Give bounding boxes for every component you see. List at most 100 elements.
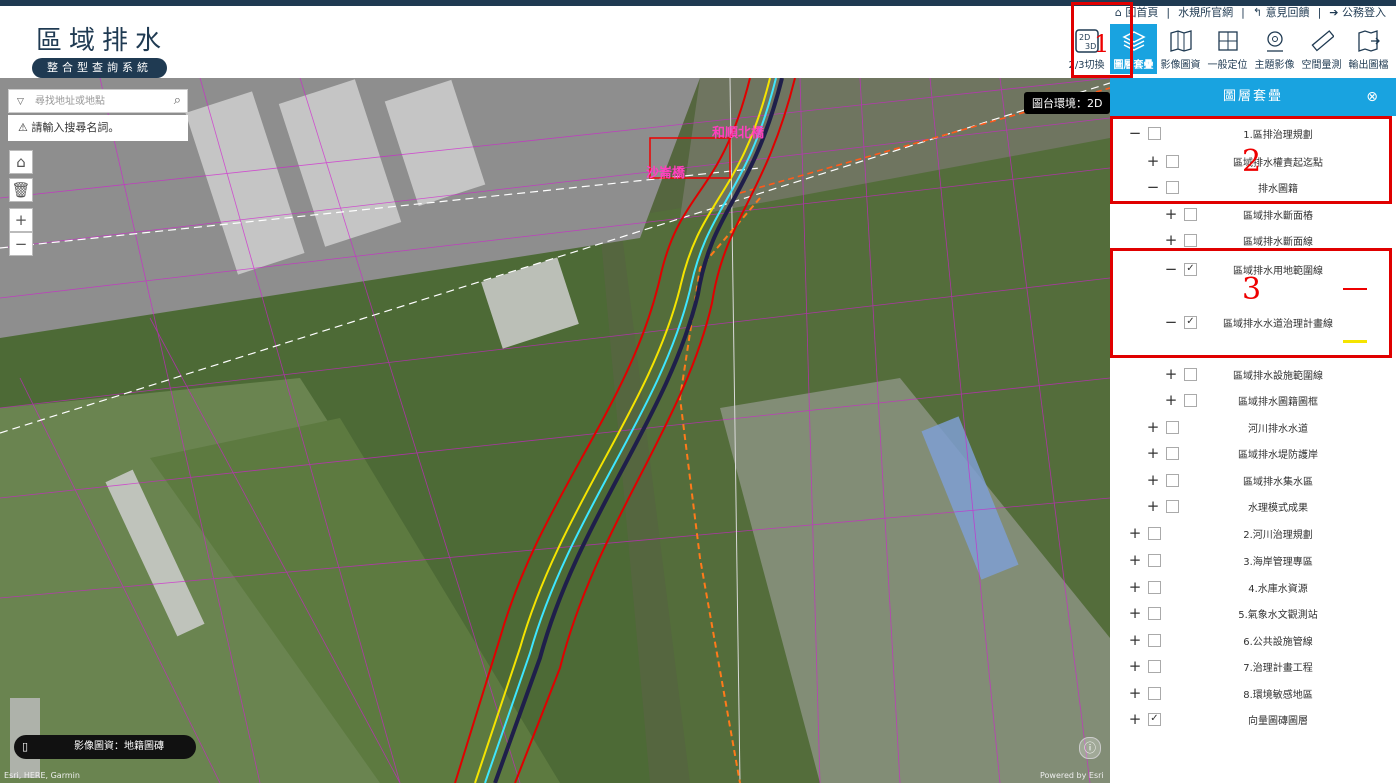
layer-row[interactable]: + 區域排水斷面線 bbox=[1164, 230, 1390, 250]
map-attribution: Esri, HERE, Garmin bbox=[4, 771, 80, 780]
layer-label: 向量圖磚圖層 bbox=[1248, 715, 1308, 727]
map-label-heshun-bridge: 和順北橋 bbox=[712, 126, 765, 141]
layer-checkbox[interactable] bbox=[1166, 420, 1179, 434]
layer-label: 區域排水設施範圍線 bbox=[1233, 370, 1323, 382]
warning-icon: ⚠ bbox=[18, 121, 32, 134]
layer-row[interactable]: +6.公共設施管線 bbox=[1128, 630, 1390, 650]
expand-icon[interactable]: + bbox=[1128, 710, 1142, 728]
layer-row[interactable]: + 水理模式成果 bbox=[1146, 496, 1390, 516]
layer-label: 2.河川治理規劃 bbox=[1243, 529, 1313, 541]
basemap-selector[interactable]: ▯ 影像圖資：地籍圖磚 bbox=[14, 735, 196, 759]
layer-row[interactable]: + 區域排水圖籍圖框 bbox=[1164, 390, 1390, 410]
expand-icon[interactable]: + bbox=[1164, 231, 1178, 249]
login-link[interactable]: ➔ 公務登入 bbox=[1329, 4, 1386, 20]
expand-icon[interactable]: + bbox=[1128, 684, 1142, 702]
expand-icon[interactable]: + bbox=[1128, 578, 1142, 596]
expand-icon[interactable]: + bbox=[1146, 497, 1160, 515]
expand-icon[interactable]: + bbox=[1128, 604, 1142, 622]
home-map-button[interactable]: ⌂ bbox=[9, 150, 33, 174]
minus-icon: − bbox=[14, 235, 28, 253]
panel-title: 圖層套疊 bbox=[1222, 89, 1283, 104]
layer-label: 區域排水斷面樁 bbox=[1243, 210, 1313, 222]
layer-checkbox[interactable] bbox=[1166, 473, 1179, 487]
layer-row[interactable]: + 區域排水設施範圍線 bbox=[1164, 364, 1390, 384]
layer-label: 4.水庫水資源 bbox=[1248, 583, 1308, 595]
home-icon: ⌂ bbox=[16, 153, 26, 171]
expand-icon[interactable]: + bbox=[1146, 444, 1160, 462]
layer-label: 8.環境敏感地區 bbox=[1243, 689, 1313, 701]
export-map-button[interactable]: 輸出圖檔 bbox=[1345, 24, 1392, 74]
layer-checkbox[interactable] bbox=[1166, 446, 1179, 460]
layer-checkbox[interactable] bbox=[1148, 526, 1161, 540]
close-icon[interactable]: ⊗ bbox=[1366, 78, 1380, 116]
layer-row[interactable]: +8.環境敏感地區 bbox=[1128, 683, 1390, 703]
layer-label: 7.治理計畫工程 bbox=[1243, 662, 1313, 674]
layer-checkbox[interactable]: ✓ bbox=[1148, 712, 1161, 726]
panel-header: 圖層套疊 ⊗ bbox=[1110, 78, 1396, 116]
mode-badge: 圖台環境：2D bbox=[1024, 92, 1111, 114]
layer-checkbox[interactable] bbox=[1184, 367, 1197, 381]
locate-button[interactable]: 一般定位 bbox=[1204, 24, 1251, 74]
map-view[interactable]: 和順北橋 沙崙橋 bbox=[0, 78, 1110, 783]
layer-row[interactable]: + 區域排水堤防護岸 bbox=[1146, 443, 1390, 463]
layer-checkbox[interactable] bbox=[1184, 233, 1197, 247]
layer-label: 3.海岸管理專區 bbox=[1243, 556, 1313, 568]
layer-row[interactable]: + ✓ 向量圖磚圖層 bbox=[1128, 709, 1390, 729]
theme-image-icon bbox=[1262, 28, 1288, 54]
annotation-number-3: 3 bbox=[1242, 272, 1262, 307]
powered-by: Powered by Esri bbox=[1040, 771, 1104, 780]
expand-icon[interactable]: + bbox=[1128, 524, 1142, 542]
clear-button[interactable]: 🗑 bbox=[9, 178, 33, 202]
expand-icon[interactable]: + bbox=[1146, 471, 1160, 489]
feedback-link[interactable]: ↰ 意見回饋 bbox=[1253, 4, 1310, 20]
layer-row[interactable]: + 河川排水水道 bbox=[1146, 417, 1390, 437]
layer-label: 區域排水集水區 bbox=[1243, 476, 1313, 488]
layer-checkbox[interactable] bbox=[1148, 606, 1161, 620]
expand-icon[interactable]: + bbox=[1164, 205, 1178, 223]
layer-checkbox[interactable] bbox=[1148, 659, 1161, 673]
imagery-button[interactable]: 影像圖資 bbox=[1157, 24, 1204, 74]
layer-checkbox[interactable] bbox=[1148, 633, 1161, 647]
layer-checkbox[interactable] bbox=[1148, 553, 1161, 567]
top-links: ⌂ 回首頁 | 水規所官網 | ↰ 意見回饋 | ➔ 公務登入 bbox=[1114, 4, 1386, 20]
zoom-out-button[interactable]: − bbox=[9, 232, 33, 256]
ruler-icon bbox=[1309, 28, 1335, 54]
layer-row[interactable]: +3.海岸管理專區 bbox=[1128, 550, 1390, 570]
layer-checkbox[interactable] bbox=[1184, 393, 1197, 407]
measure-button[interactable]: 空間量測 bbox=[1298, 24, 1345, 74]
map-image-icon bbox=[1168, 28, 1194, 54]
search-icon[interactable]: ⌕ bbox=[174, 89, 181, 113]
expand-icon[interactable]: + bbox=[1128, 657, 1142, 675]
theme-image-button[interactable]: 主題影像 bbox=[1251, 24, 1298, 74]
layer-row[interactable]: + 區域排水集水區 bbox=[1146, 470, 1390, 490]
expand-icon[interactable]: + bbox=[1164, 365, 1178, 383]
map-label-shalun-bridge: 沙崙橋 bbox=[646, 166, 686, 181]
expand-icon[interactable]: + bbox=[1164, 391, 1178, 409]
basemap-icon: ▯ bbox=[22, 740, 29, 753]
layer-checkbox[interactable] bbox=[1166, 499, 1179, 513]
layer-label: 區域排水斷面線 bbox=[1243, 236, 1313, 248]
layer-label: 區域排水圖籍圖框 bbox=[1238, 396, 1318, 408]
zoom-in-button[interactable]: + bbox=[9, 208, 33, 232]
layer-checkbox[interactable] bbox=[1184, 207, 1197, 221]
layer-checkbox[interactable] bbox=[1148, 580, 1161, 594]
layer-checkbox[interactable] bbox=[1148, 686, 1161, 700]
annotation-number-1: 1 bbox=[1094, 30, 1110, 58]
layer-row[interactable]: + 區域排水斷面樁 bbox=[1164, 204, 1390, 224]
layer-row[interactable]: +2.河川治理規劃 bbox=[1128, 523, 1390, 543]
layer-label: 6.公共設施管線 bbox=[1243, 636, 1313, 648]
layer-label: 水理模式成果 bbox=[1248, 502, 1308, 514]
search-input[interactable]: ▽ 尋找地址或地點 ⌕ bbox=[8, 89, 188, 113]
layer-row[interactable]: +4.水庫水資源 bbox=[1128, 577, 1390, 597]
layer-row[interactable]: +5.氣象水文觀測站 bbox=[1128, 603, 1390, 623]
expand-icon[interactable]: + bbox=[1128, 551, 1142, 569]
layer-row[interactable]: +7.治理計畫工程 bbox=[1128, 656, 1390, 676]
dropdown-icon[interactable]: ▽ bbox=[17, 90, 24, 114]
info-button[interactable]: ⓘ bbox=[1079, 737, 1101, 759]
expand-icon[interactable]: + bbox=[1128, 631, 1142, 649]
wra-site-link[interactable]: 水規所官網 bbox=[1178, 4, 1233, 20]
layer-label: 5.氣象水文觀測站 bbox=[1238, 609, 1318, 621]
locate-icon bbox=[1215, 28, 1241, 54]
expand-icon[interactable]: + bbox=[1146, 418, 1160, 436]
layer-label: 河川排水水道 bbox=[1248, 423, 1308, 435]
